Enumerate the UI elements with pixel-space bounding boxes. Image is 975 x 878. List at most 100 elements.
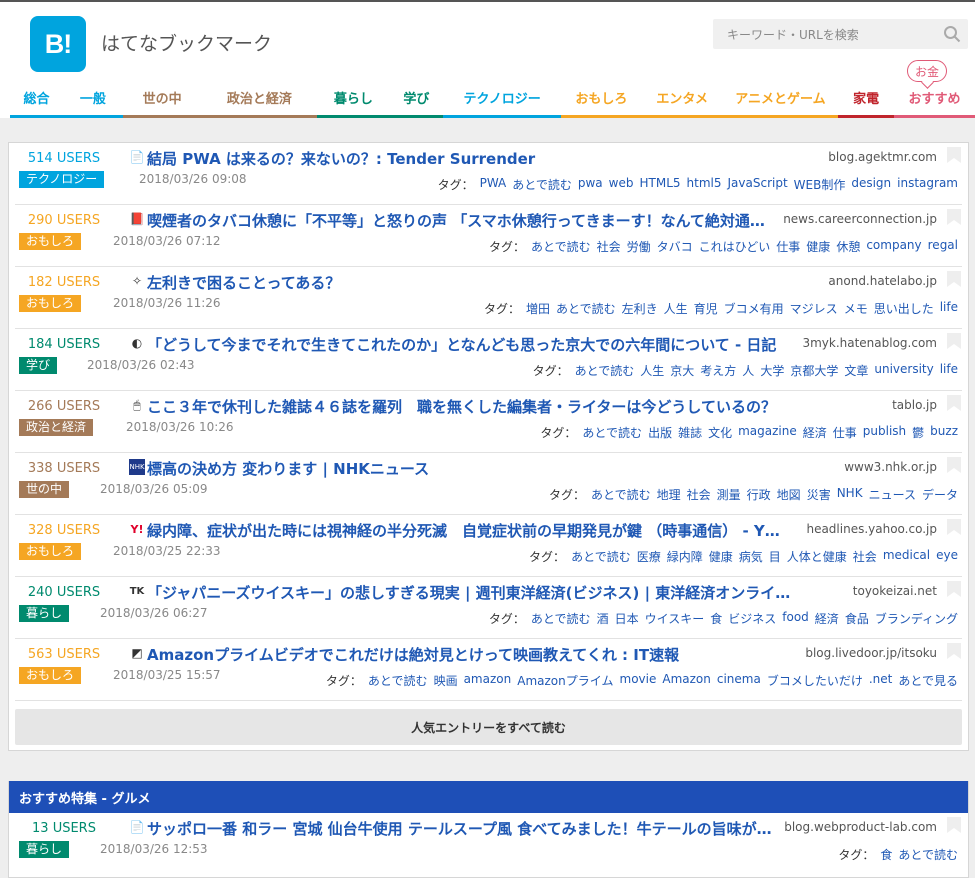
tag-link[interactable]: 人 — [742, 362, 754, 379]
tag-link[interactable]: magazine — [738, 424, 797, 441]
bookmark-add-icon[interactable] — [947, 333, 961, 349]
site-name[interactable]: はてなブックマーク — [101, 29, 272, 56]
entry-title-link[interactable]: 標高の決め方 変わります | NHKニュース — [147, 458, 827, 479]
tag-link[interactable]: あとで読む — [582, 424, 642, 441]
category-badge[interactable]: 暮らし — [19, 605, 70, 622]
tag-link[interactable]: 育児 — [694, 300, 718, 317]
entry-title-link[interactable]: 左利きで困ることってある？ — [147, 272, 827, 293]
tag-link[interactable]: 日本 — [615, 610, 639, 627]
users-count[interactable]: 13 USERS — [19, 821, 109, 836]
tag-link[interactable]: 人生 — [640, 362, 664, 379]
nav-tab[interactable]: おすすめ — [894, 80, 975, 118]
tag-link[interactable]: 人生 — [664, 300, 688, 317]
tag-link[interactable]: HTML5 — [640, 176, 681, 193]
tag-link[interactable]: 文化 — [708, 424, 732, 441]
tag-link[interactable]: ビジネス — [728, 610, 776, 627]
read-all-hot-entries-button[interactable]: 人気エントリーをすべて読む — [15, 709, 962, 745]
users-count[interactable]: 338 USERS — [19, 461, 109, 476]
tag-link[interactable]: 文章 — [844, 362, 868, 379]
nav-tab[interactable]: 政治と経済 — [201, 80, 318, 118]
category-badge[interactable]: 暮らし — [19, 841, 70, 858]
bookmark-add-icon[interactable] — [947, 643, 961, 659]
tag-link[interactable]: food — [782, 610, 809, 627]
tag-link[interactable]: 健康 — [806, 238, 830, 255]
entry-domain-link[interactable]: tablo.jp — [890, 398, 937, 412]
entry-title-link[interactable]: 「どうして今までそれで生きてこれたのか」となんども思った京大での六年間について … — [147, 334, 827, 355]
tag-link[interactable]: pwa — [578, 176, 603, 193]
tag-link[interactable]: instagram — [897, 176, 958, 193]
tag-link[interactable]: NHK — [837, 486, 863, 503]
tag-link[interactable]: regal — [928, 238, 958, 255]
entry-title-link[interactable]: 「ジャパニーズウイスキー」の悲しすぎる現実 | 週刊東洋経済(ビジネス) | 東… — [147, 582, 827, 603]
category-badge[interactable]: 政治と経済 — [19, 419, 94, 436]
category-badge[interactable]: おもしろ — [19, 233, 82, 250]
tag-link[interactable]: ブコメ有用 — [724, 300, 784, 317]
entry-domain-link[interactable]: blog.webproduct-lab.com — [782, 820, 937, 834]
entry-domain-link[interactable]: 3myk.hatenablog.com — [800, 336, 937, 350]
tag-link[interactable]: あとで読む — [512, 176, 572, 193]
tag-link[interactable]: company — [866, 238, 921, 255]
tag-link[interactable]: 社会 — [853, 548, 877, 565]
bookmark-add-icon[interactable] — [947, 519, 961, 535]
tag-link[interactable]: あとで見る — [898, 672, 958, 689]
entry-title-link[interactable]: 緑内障、症状が出た時には視神経の半分死滅 自覚症状前の早期発見が鍵 （時事通信）… — [147, 520, 827, 541]
entry-domain-link[interactable]: blog.agektmr.com — [826, 150, 937, 164]
tag-link[interactable]: 映画 — [434, 672, 458, 689]
entry-domain-link[interactable]: news.careerconnection.jp — [781, 212, 937, 226]
users-count[interactable]: 266 USERS — [19, 399, 109, 414]
users-count[interactable]: 182 USERS — [19, 275, 109, 290]
tag-link[interactable]: 経済 — [815, 610, 839, 627]
nav-tab[interactable]: エンタメ — [641, 80, 723, 118]
category-badge[interactable]: おもしろ — [19, 295, 82, 312]
tag-link[interactable]: あとで読む — [531, 610, 591, 627]
bookmark-add-icon[interactable] — [947, 147, 961, 163]
nav-tab[interactable]: おもしろ — [560, 80, 642, 118]
tag-link[interactable]: 休憩 — [836, 238, 860, 255]
tag-link[interactable]: データ — [922, 486, 958, 503]
entry-title-link[interactable]: 喫煙者のタバコ休憩に「不平等」と怒りの声 「スマホ休憩行ってきまーす！なんて絶対… — [147, 210, 827, 231]
tag-link[interactable]: あとで読む — [575, 362, 635, 379]
tag-link[interactable]: ニュース — [869, 486, 916, 503]
bookmark-add-icon[interactable] — [947, 209, 961, 225]
tag-link[interactable]: 人体と健康 — [787, 548, 847, 565]
nav-tab[interactable]: 学び — [389, 80, 444, 118]
tag-link[interactable]: 病気 — [739, 548, 763, 565]
category-badge[interactable]: テクノロジー — [19, 171, 105, 188]
tag-link[interactable]: 社会 — [597, 238, 621, 255]
tag-link[interactable]: cinema — [717, 672, 761, 689]
tag-link[interactable]: 緑内障 — [667, 548, 703, 565]
entry-domain-link[interactable]: headlines.yahoo.co.jp — [804, 522, 937, 536]
tag-link[interactable]: 社会 — [687, 486, 711, 503]
category-badge[interactable]: 学び — [19, 357, 58, 374]
entry-title-link[interactable]: 結局 PWA は来るの？来ないの？: Tender Surrender — [147, 148, 827, 169]
tag-link[interactable]: ブコメしたいだけ — [767, 672, 863, 689]
bookmark-add-icon[interactable] — [947, 817, 961, 833]
tag-link[interactable]: movie — [620, 672, 657, 689]
users-count[interactable]: 290 USERS — [19, 213, 109, 228]
tag-link[interactable]: 食品 — [845, 610, 869, 627]
bookmark-add-icon[interactable] — [947, 395, 961, 411]
entry-domain-link[interactable]: blog.livedoor.jp/itsoku — [803, 646, 937, 660]
tag-link[interactable]: 考え方 — [700, 362, 736, 379]
tag-link[interactable]: 目 — [769, 548, 781, 565]
nav-tab[interactable]: テクノロジー — [443, 80, 561, 118]
users-count[interactable]: 563 USERS — [19, 647, 109, 662]
tag-link[interactable]: university — [874, 362, 933, 379]
tag-link[interactable]: 地図 — [777, 486, 801, 503]
tag-link[interactable]: eye — [936, 548, 958, 565]
tag-link[interactable]: 労働 — [627, 238, 651, 255]
tag-link[interactable]: 健康 — [709, 548, 733, 565]
tag-link[interactable]: life — [940, 300, 958, 317]
tag-link[interactable]: html5 — [687, 176, 722, 193]
nav-tab[interactable]: 総合 — [10, 80, 63, 118]
tag-link[interactable]: 京都大学 — [790, 362, 838, 379]
tag-link[interactable]: 医療 — [637, 548, 661, 565]
tag-link[interactable]: あとで読む — [531, 238, 591, 255]
tag-link[interactable]: これはひどい — [699, 238, 771, 255]
tag-link[interactable]: medical — [883, 548, 930, 565]
tag-link[interactable]: Amazon — [662, 672, 711, 689]
tag-link[interactable]: 災害 — [807, 486, 831, 503]
bookmark-add-icon[interactable] — [947, 271, 961, 287]
tag-link[interactable]: 測量 — [717, 486, 741, 503]
users-count[interactable]: 514 USERS — [19, 151, 109, 166]
